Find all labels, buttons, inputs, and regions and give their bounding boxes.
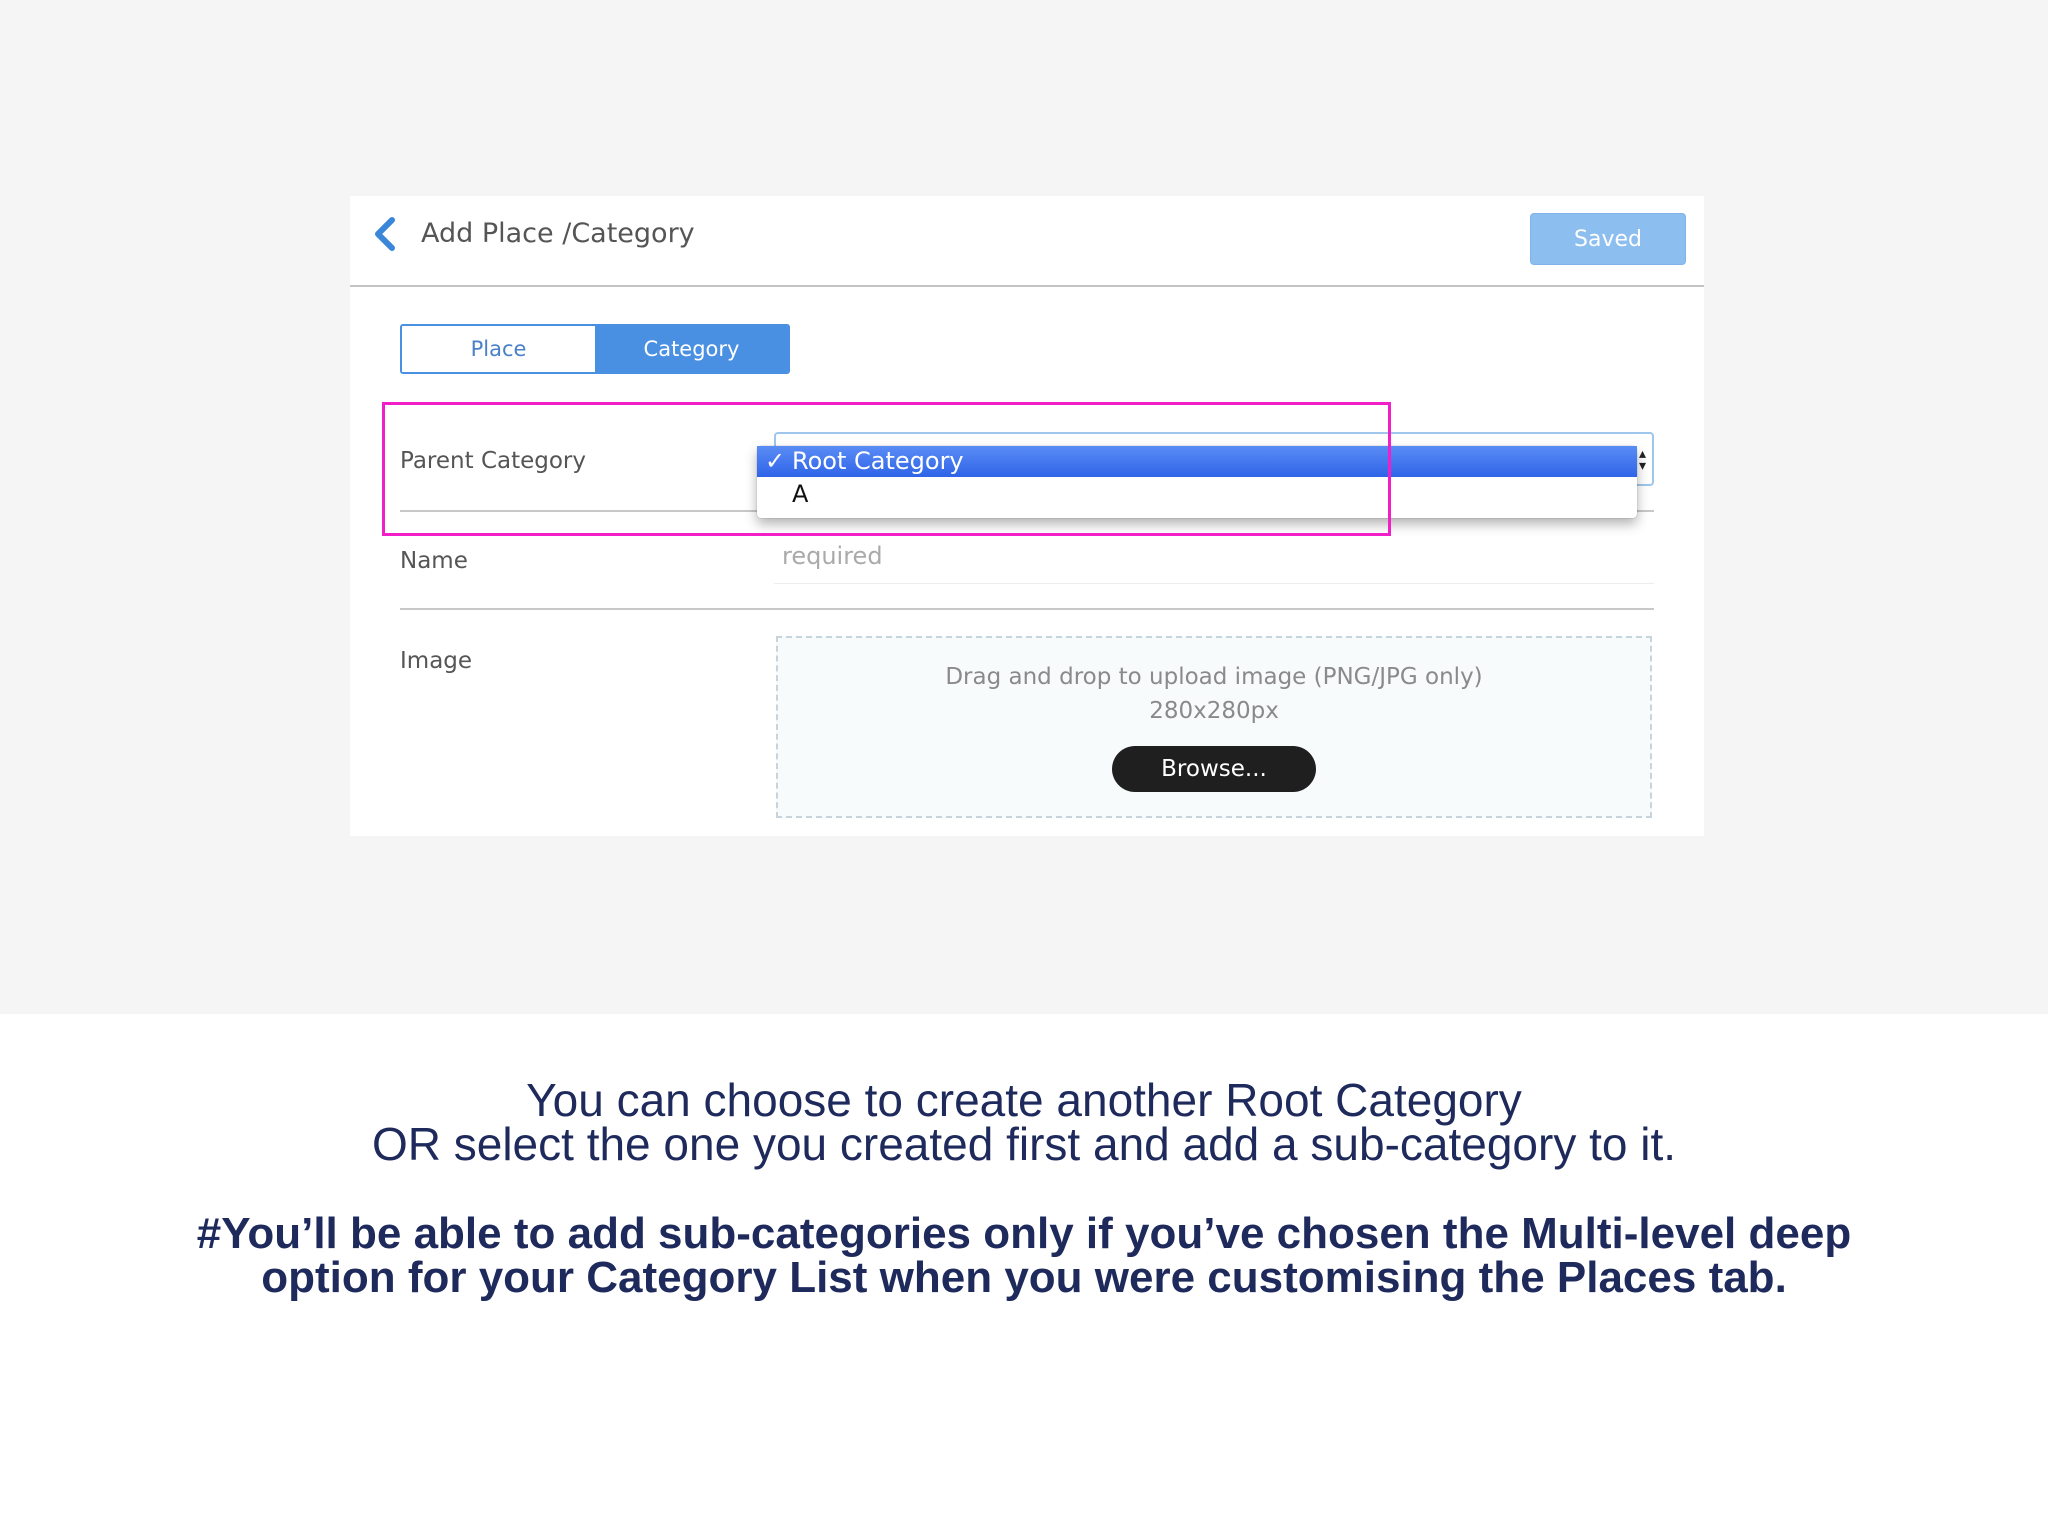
caption-line: OR select the one you created first and … — [371, 1118, 1677, 1170]
parent-category-dropdown: ✓ Root Category A — [757, 446, 1637, 518]
dropdown-option-a[interactable]: A — [757, 479, 1637, 510]
name-label: Name — [400, 548, 468, 574]
image-label: Image — [400, 648, 473, 674]
panel-header: Add Place /Category Saved — [350, 196, 1704, 287]
chevron-left-icon[interactable] — [370, 214, 398, 254]
tab-place[interactable]: Place — [402, 326, 595, 372]
dropzone-instructions: Drag and drop to upload image (PNG/JPG o… — [945, 664, 1483, 690]
option-label: Root Category — [792, 447, 964, 475]
saved-button[interactable]: Saved — [1530, 213, 1686, 265]
add-place-category-panel: Add Place /Category Saved Place Category… — [350, 196, 1704, 836]
parent-category-label: Parent Category — [400, 448, 586, 474]
dropdown-option-root-category[interactable]: ✓ Root Category — [757, 446, 1637, 477]
browse-button[interactable]: Browse... — [1112, 746, 1316, 792]
select-arrows-icon: ▴ ▾ — [1638, 446, 1646, 474]
page-title: Add Place /Category — [421, 218, 695, 249]
caption-line: You can choose to create another Root Ca… — [526, 1074, 1522, 1126]
caption-note: #You’ll be able to add sub-categories on… — [196, 1209, 1852, 1258]
checkmark-icon: ✓ — [765, 447, 786, 475]
tab-category[interactable]: Category — [595, 326, 788, 372]
caption-note: option for your Category List when you w… — [261, 1253, 1787, 1302]
option-label: A — [792, 480, 809, 508]
image-dropzone[interactable]: Drag and drop to upload image (PNG/JPG o… — [776, 636, 1652, 818]
dropzone-size-hint: 280x280px — [1149, 698, 1279, 724]
row-divider — [400, 608, 1654, 610]
place-category-toggle: Place Category — [400, 324, 790, 374]
name-input[interactable]: required — [774, 536, 1654, 584]
